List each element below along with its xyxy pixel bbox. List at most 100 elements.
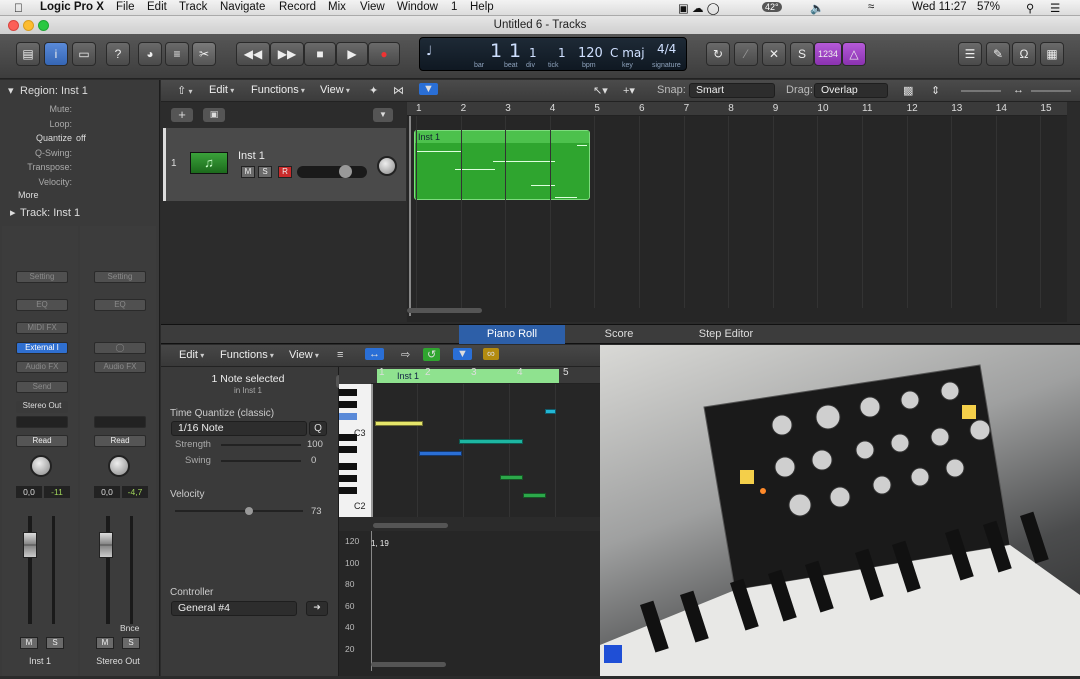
global-tracks-icon[interactable]: ▼ (373, 108, 393, 122)
count-in-button[interactable]: 1234 (814, 42, 842, 66)
track-solo-button[interactable]: S (258, 166, 272, 178)
pointer-tool-icon[interactable]: ↖▾ (593, 84, 608, 97)
send-button[interactable]: Send (16, 381, 68, 393)
menu-help[interactable]: Help (470, 1, 494, 13)
volume-fader[interactable] (99, 532, 113, 558)
fit-icon[interactable]: ⇕ (931, 84, 940, 97)
strength-slider[interactable] (221, 444, 301, 446)
pr-bar-ruler[interactable]: Inst 1 1 2 3 4 5 (371, 367, 601, 384)
automation-mode[interactable]: Read (94, 435, 146, 447)
waveform-zoom-icon[interactable]: ▩ (903, 84, 913, 97)
track-menu-icon[interactable]: ≡ (337, 349, 343, 361)
controller-select[interactable]: General #4 (171, 601, 297, 616)
group-slot[interactable] (16, 416, 68, 428)
setting-button[interactable]: Setting (94, 271, 146, 283)
quick-help-button[interactable]: ? (106, 42, 130, 66)
tab-step-editor[interactable]: Step Editor (673, 325, 779, 344)
toolbar-toggle-button[interactable]: ▭ (72, 42, 96, 66)
piano-roll-grid[interactable] (371, 384, 601, 528)
note[interactable] (419, 451, 462, 456)
bounce-button[interactable]: Bnce (120, 623, 139, 633)
new-folder-icon[interactable]: ▣ (203, 108, 225, 122)
output-button[interactable]: Stereo Out (16, 401, 68, 413)
menu-mix[interactable]: Mix (328, 1, 346, 13)
record-button[interactable]: ● (368, 42, 400, 66)
menu-window[interactable]: Window (397, 1, 438, 13)
smart-controls-button[interactable]: ◕ (138, 42, 162, 66)
time-quantize-select[interactable]: 1/16 Note (171, 421, 307, 436)
rewind-button[interactable]: ◀◀ (236, 42, 270, 66)
tab-score[interactable]: Score (565, 325, 673, 344)
quantize-button[interactable]: Q (309, 421, 327, 436)
catch-icon[interactable]: ✦ (369, 84, 378, 97)
apple-icon[interactable]:  (14, 1, 23, 15)
group-slot[interactable] (94, 416, 146, 428)
inspector-button[interactable]: i (44, 42, 68, 66)
flex-icon[interactable]: ⋈ (393, 84, 404, 97)
tracks-functions-menu[interactable]: Functions (251, 84, 305, 96)
tuner-button[interactable]: ⁄ (734, 42, 758, 66)
region-inspector-header[interactable]: ▾ Region: Inst 1 (0, 82, 160, 100)
pan-knob[interactable] (30, 455, 52, 477)
tracks-edit-menu[interactable]: Edit (209, 84, 234, 96)
automation-mode[interactable]: Read (16, 435, 68, 447)
pr-region-bar[interactable]: Inst 1 (377, 369, 559, 383)
battery-level[interactable]: 57% (977, 1, 1000, 13)
tracks-area[interactable]: 1 2 3 4 5 6 7 8 9 10 11 12 13 14 15 Inst 1 (407, 102, 1067, 322)
temperature-badge[interactable]: 42° (762, 2, 782, 12)
controller-arrow-button[interactable]: ➜ (306, 601, 328, 616)
horizontal-scrollbar[interactable] (407, 308, 482, 313)
stop-button[interactable]: ■ (304, 42, 336, 66)
forward-button[interactable]: ▶▶ (270, 42, 304, 66)
midi-out-icon[interactable]: ⇨ (401, 348, 410, 361)
volume-icon[interactable]: 🔈 (810, 1, 824, 15)
volume-fader[interactable] (23, 532, 37, 558)
pr-view-menu[interactable]: View (289, 349, 319, 361)
audio-fx-button[interactable]: Audio FX (94, 361, 146, 373)
piano-keyboard[interactable]: C3 C2 (339, 384, 371, 517)
editors-button[interactable]: ✂ (192, 42, 216, 66)
link-icon[interactable]: ∞ (483, 348, 499, 360)
menu-view[interactable]: View (360, 1, 385, 13)
pencil-tool-icon[interactable]: +▾ (623, 84, 635, 97)
menu-1[interactable]: 1 (451, 1, 457, 13)
eq-button[interactable]: EQ (16, 299, 68, 311)
loop-browser-button[interactable]: Ω (1012, 42, 1036, 66)
pr-playhead[interactable] (371, 384, 373, 517)
back-icon[interactable]: ⇧ (177, 84, 192, 97)
horizontal-zoom-icon[interactable]: ↔ (1013, 84, 1024, 96)
track-name[interactable]: Inst 1 (238, 150, 265, 162)
midi-fx-button[interactable]: MIDI FX (16, 322, 68, 334)
note[interactable] (523, 493, 546, 498)
close-button[interactable] (8, 20, 19, 31)
cycle-button[interactable]: ↻ (706, 42, 730, 66)
track-volume-slider[interactable] (297, 165, 367, 178)
volume-slider-handle[interactable] (339, 165, 352, 178)
note[interactable] (459, 439, 523, 444)
pr-edit-menu[interactable]: Edit (179, 349, 204, 361)
drag-select[interactable]: Overlap (814, 83, 888, 98)
menu-file[interactable]: File (116, 1, 135, 13)
notification-icon[interactable]: ☰ (1050, 1, 1060, 15)
app-menu[interactable]: Logic Pro X (40, 1, 104, 13)
minimize-button[interactable] (23, 20, 34, 31)
browser-button[interactable]: ▦ (1040, 42, 1064, 66)
record-enable-button[interactable]: R (278, 166, 292, 178)
pr-scrollbar[interactable] (373, 523, 448, 528)
quantize-value[interactable]: off (76, 133, 86, 143)
solo-button[interactable]: S (122, 637, 140, 649)
menu-track[interactable]: Track (179, 1, 207, 13)
bar-ruler[interactable]: 1 2 3 4 5 6 7 8 9 10 11 12 13 14 15 (407, 102, 1067, 116)
audio-fx-button[interactable]: Audio FX (16, 361, 68, 373)
spotlight-icon[interactable]: ⚲ (1026, 1, 1034, 15)
tab-piano-roll[interactable]: Piano Roll (459, 325, 565, 344)
horizontal-zoom-slider[interactable] (1031, 90, 1071, 92)
library-button[interactable]: ▤ (16, 42, 40, 66)
lcd-display[interactable]: ♩ 1 1 1 1 120 C maj 4/4 bar beat div tic… (419, 37, 687, 71)
eq-button[interactable]: EQ (94, 299, 146, 311)
track-mute-button[interactable]: M (241, 166, 255, 178)
mute-button[interactable]: M (96, 637, 114, 649)
zoom-button[interactable] (38, 20, 49, 31)
mixer-button[interactable]: ≡ (165, 42, 189, 66)
tracks-view-menu[interactable]: View (320, 84, 350, 96)
